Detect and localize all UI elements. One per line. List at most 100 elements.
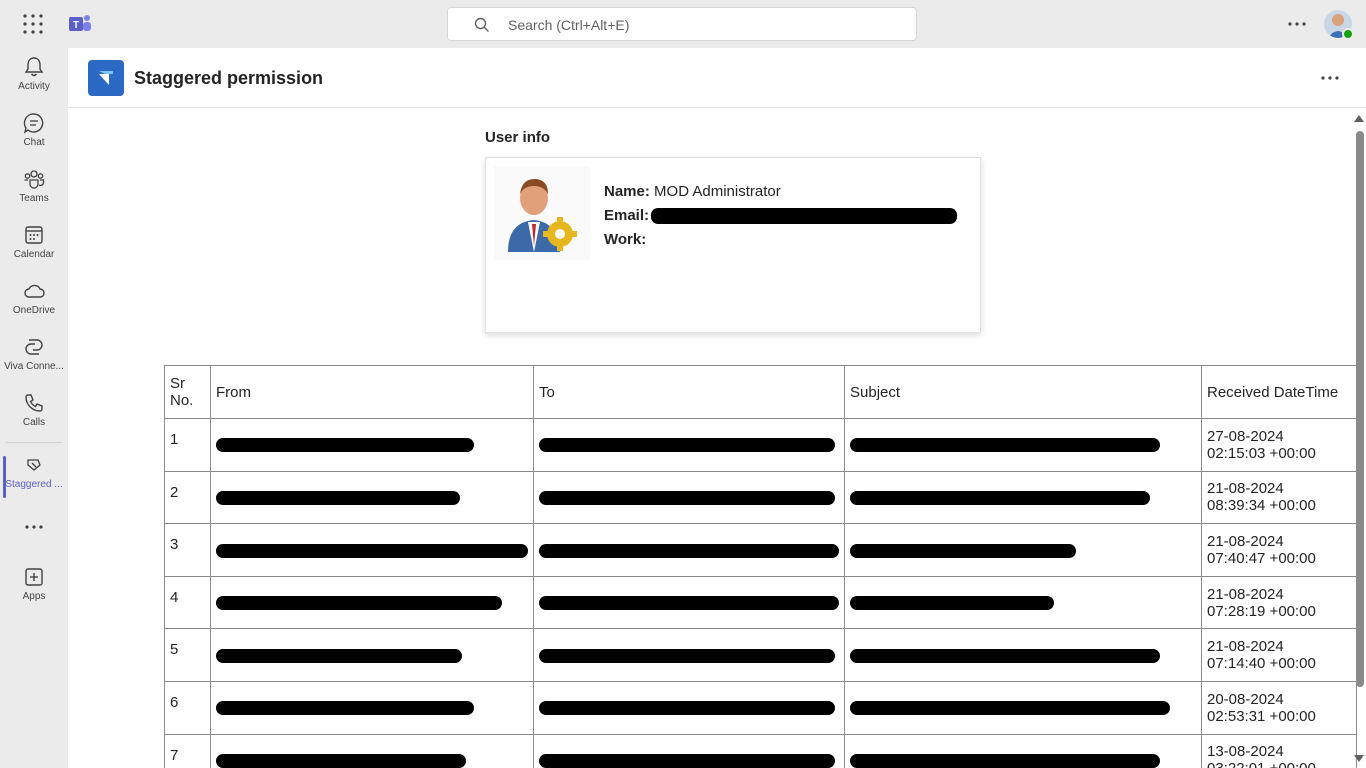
- app-content: User info Name: MOD Administrator Email:: [68, 109, 1366, 768]
- app-logo-icon: [99, 71, 113, 85]
- user-email-row: Email:: [604, 204, 958, 228]
- to-cell: [533, 523, 845, 577]
- redaction-mark: [539, 438, 835, 453]
- received-date: 21-08-2024: [1207, 532, 1284, 550]
- sr-no-cell: 1: [164, 418, 211, 472]
- teams-logo-icon: T: [69, 15, 91, 31]
- app-more-icon[interactable]: [1318, 68, 1342, 88]
- redaction-mark: [850, 701, 1170, 716]
- chat-icon: [23, 113, 44, 134]
- search-placeholder: Search (Ctrl+Alt+E): [508, 17, 630, 33]
- top-bar: T Search (Ctrl+Alt+E): [0, 0, 1366, 48]
- column-header-to: To: [533, 365, 845, 419]
- scroll-down-icon[interactable]: [1354, 755, 1364, 762]
- redaction-mark: [216, 596, 502, 611]
- svg-text:T: T: [73, 20, 79, 31]
- redaction-mark: [216, 701, 474, 716]
- more-options-icon[interactable]: [1286, 14, 1308, 34]
- redaction-mark: [850, 438, 1160, 453]
- vertical-scrollbar[interactable]: [1352, 109, 1366, 768]
- mail-table: Sr No. From To Subject Received DateTime…: [164, 365, 1357, 768]
- column-header-from: From: [210, 365, 534, 419]
- rail-item-chat[interactable]: Chat: [0, 112, 68, 164]
- table-row: 6 20-08-2024 02:53:31 +00:00: [164, 680, 1357, 735]
- app-icon: [27, 459, 41, 471]
- app-logo: [88, 60, 124, 96]
- received-date: 21-08-2024: [1207, 638, 1284, 656]
- phone-icon: [25, 394, 43, 412]
- from-cell: [210, 575, 534, 630]
- sr-no-cell: 4: [164, 575, 211, 630]
- cloud-icon: [24, 284, 45, 298]
- redaction-mark: [539, 596, 839, 611]
- sr-no-cell: 6: [164, 680, 211, 735]
- user-name-row: Name: MOD Administrator: [604, 180, 957, 204]
- received-datetime-cell: 13-08-202403:22:01 +00:00: [1201, 733, 1357, 768]
- rail-item-calls[interactable]: Calls: [0, 392, 68, 444]
- rail-label: Calendar: [13, 249, 55, 260]
- rail-item-viva-connections[interactable]: Viva Conne...: [0, 336, 68, 388]
- redaction-mark: [216, 438, 474, 453]
- received-time: 02:15:03 +00:00: [1207, 444, 1316, 462]
- received-datetime-cell: 21-08-2024 08:39:34 +00:00: [1201, 470, 1357, 525]
- rail-label: Apps: [22, 591, 46, 602]
- subject-cell: [844, 470, 1202, 525]
- received-datetime-cell: 27-08-2024 02:15:03 +00:00: [1201, 418, 1357, 472]
- table-row: 5 21-08-2024 07:14:40 +00:00: [164, 628, 1357, 682]
- subject-cell: [844, 680, 1202, 735]
- received-date: 13-08-2024: [1207, 743, 1284, 761]
- rail-item-onedrive[interactable]: OneDrive: [0, 280, 68, 332]
- to-cell: [533, 418, 845, 472]
- rail-item-calendar[interactable]: Calendar: [0, 224, 68, 276]
- redaction-mark: [539, 753, 835, 768]
- scroll-up-icon[interactable]: [1354, 115, 1364, 122]
- from-cell: [210, 470, 534, 525]
- redaction-mark: [539, 543, 839, 558]
- from-cell: [210, 523, 534, 577]
- app-launcher-icon[interactable]: [22, 13, 44, 35]
- received-time: 03:22:01 +00:00: [1207, 760, 1351, 768]
- received-time: 07:14:40 +00:00: [1207, 655, 1316, 673]
- viva-icon: [25, 339, 43, 355]
- rail-item-teams[interactable]: Teams: [0, 168, 68, 220]
- received-datetime-cell: 20-08-2024 02:53:31 +00:00: [1201, 680, 1357, 735]
- redaction-mark: [850, 596, 1054, 611]
- search-input[interactable]: Search (Ctrl+Alt+E): [447, 7, 917, 41]
- sr-no-cell: 5: [164, 628, 211, 682]
- rail-label: Calls: [22, 417, 46, 428]
- subject-cell: [844, 733, 1202, 768]
- scroll-thumb[interactable]: [1356, 131, 1364, 687]
- rail-item-staggered-permission[interactable]: Staggered ...: [0, 454, 68, 506]
- name-label: Name:: [604, 183, 650, 200]
- app-title: Staggered permission: [134, 68, 324, 88]
- rail-label: Teams: [19, 193, 49, 204]
- work-label: Work:: [604, 231, 647, 248]
- to-cell: [533, 680, 845, 735]
- received-time: 02:53:31 +00:00: [1207, 707, 1316, 725]
- received-date: 21-08-2024: [1207, 585, 1284, 603]
- rail-label: Chat: [23, 137, 45, 148]
- received-date: 27-08-2024: [1207, 427, 1284, 445]
- from-cell: [210, 680, 534, 735]
- rail-item-activity[interactable]: Activity: [0, 56, 68, 108]
- rail-label: Staggered ...: [5, 479, 63, 490]
- redaction-mark: [651, 208, 958, 225]
- from-cell: [210, 628, 534, 682]
- rail-label: OneDrive: [12, 305, 56, 316]
- app-header: Staggered permission: [68, 48, 1366, 108]
- teams-icon: [24, 170, 45, 189]
- email-label: Email:: [604, 207, 650, 224]
- rail-item-apps[interactable]: Apps: [0, 566, 68, 618]
- received-time: 07:40:47 +00:00: [1207, 549, 1316, 567]
- more-apps-icon[interactable]: [23, 522, 45, 532]
- search-icon: [474, 17, 489, 32]
- column-header-received: Received DateTime: [1201, 365, 1357, 419]
- to-cell: [533, 628, 845, 682]
- admin-avatar-icon: [494, 166, 590, 260]
- redaction-mark: [539, 490, 835, 505]
- redaction-mark: [850, 648, 1160, 663]
- redaction-mark: [539, 701, 835, 716]
- user-work-row: Work:: [604, 228, 957, 252]
- table-row: 3 21-08-2024 07:40:47 +00:00: [164, 523, 1357, 577]
- add-app-icon: [25, 568, 43, 586]
